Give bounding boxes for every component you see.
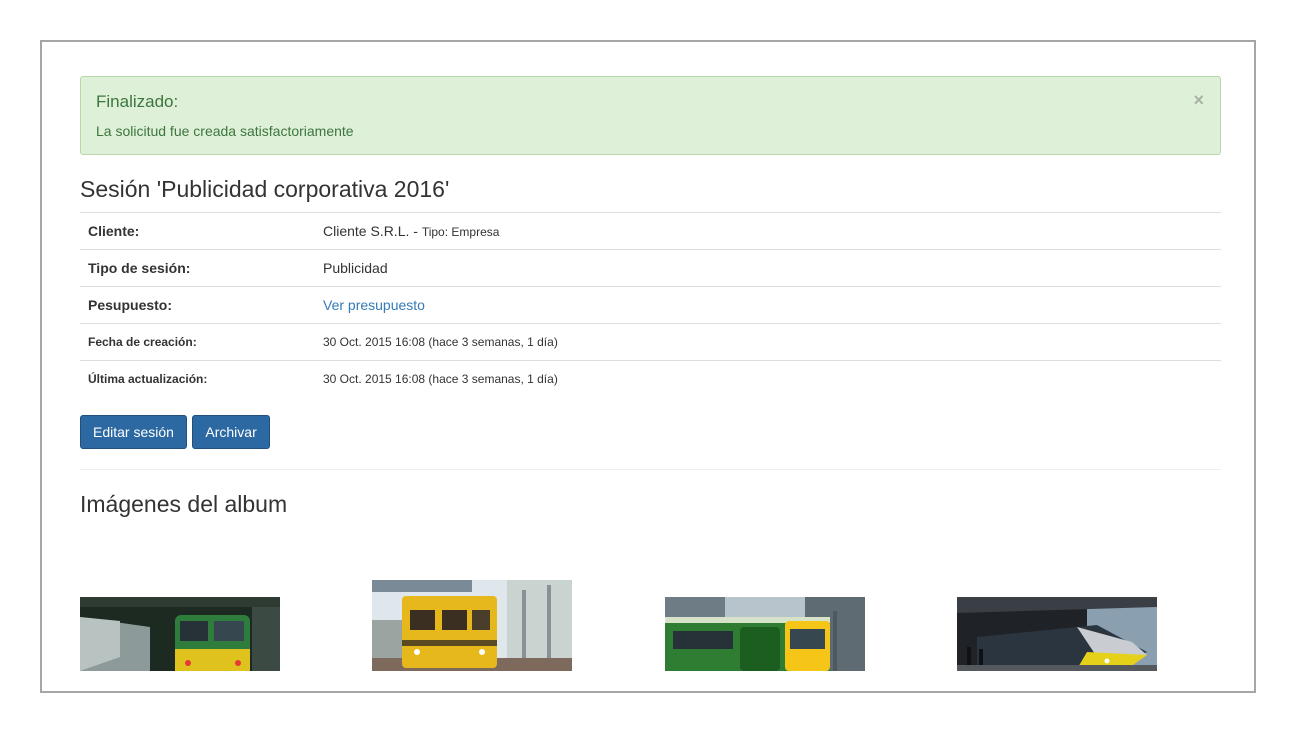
actualizacion-value: 30 Oct. 2015 16:08 (hace 3 semanas, 1 dí… — [315, 360, 1221, 397]
close-icon[interactable]: × — [1193, 91, 1204, 109]
cliente-value: Cliente S.R.L. - — [323, 223, 418, 239]
album-image[interactable] — [372, 580, 572, 671]
edit-session-button[interactable]: Editar sesión — [80, 415, 187, 449]
album-image[interactable] — [665, 597, 865, 671]
table-row: Última actualización: 30 Oct. 2015 16:08… — [80, 360, 1221, 397]
session-details-table: Cliente: Cliente S.R.L. - Tipo: Empresa … — [80, 212, 1221, 397]
tipo-label: Tipo de sesión: — [80, 249, 315, 287]
fecha-label: Fecha de creación: — [80, 323, 315, 361]
cliente-cell: Cliente S.R.L. - Tipo: Empresa — [315, 212, 1221, 250]
table-row: Pesupuesto: Ver presupuesto — [80, 286, 1221, 324]
tipo-value: Publicidad — [315, 249, 1221, 287]
success-alert: Finalizado: La solicitud fue creada sati… — [80, 76, 1221, 155]
page-title: Sesión 'Publicidad corporativa 2016' — [80, 176, 450, 202]
album-image[interactable] — [80, 597, 280, 671]
divider — [80, 469, 1221, 470]
alert-message: La solicitud fue creada satisfactoriamen… — [96, 123, 354, 139]
ver-presupuesto-link[interactable]: Ver presupuesto — [323, 297, 425, 313]
archive-button[interactable]: Archivar — [192, 415, 270, 449]
table-row: Cliente: Cliente S.R.L. - Tipo: Empresa — [80, 212, 1221, 250]
cliente-label: Cliente: — [80, 212, 315, 250]
album-image[interactable] — [957, 597, 1157, 671]
cliente-tipo: Tipo: Empresa — [421, 225, 500, 239]
table-row: Tipo de sesión: Publicidad — [80, 249, 1221, 287]
actualizacion-label: Última actualización: — [80, 360, 315, 397]
action-buttons: Editar sesión Archivar — [80, 415, 1221, 449]
fecha-value: 30 Oct. 2015 16:08 (hace 3 semanas, 1 dí… — [315, 323, 1221, 361]
main-content: Finalizado: La solicitud fue creada sati… — [80, 76, 1221, 671]
album-gallery — [80, 580, 1221, 675]
presupuesto-label: Pesupuesto: — [80, 286, 315, 324]
alert-title: Finalizado: — [96, 92, 179, 111]
album-title: Imágenes del album — [80, 491, 288, 517]
browser-frame: Finalizado: La solicitud fue creada sati… — [40, 40, 1256, 693]
table-row: Fecha de creación: 30 Oct. 2015 16:08 (h… — [80, 323, 1221, 361]
presupuesto-cell: Ver presupuesto — [315, 286, 1221, 324]
